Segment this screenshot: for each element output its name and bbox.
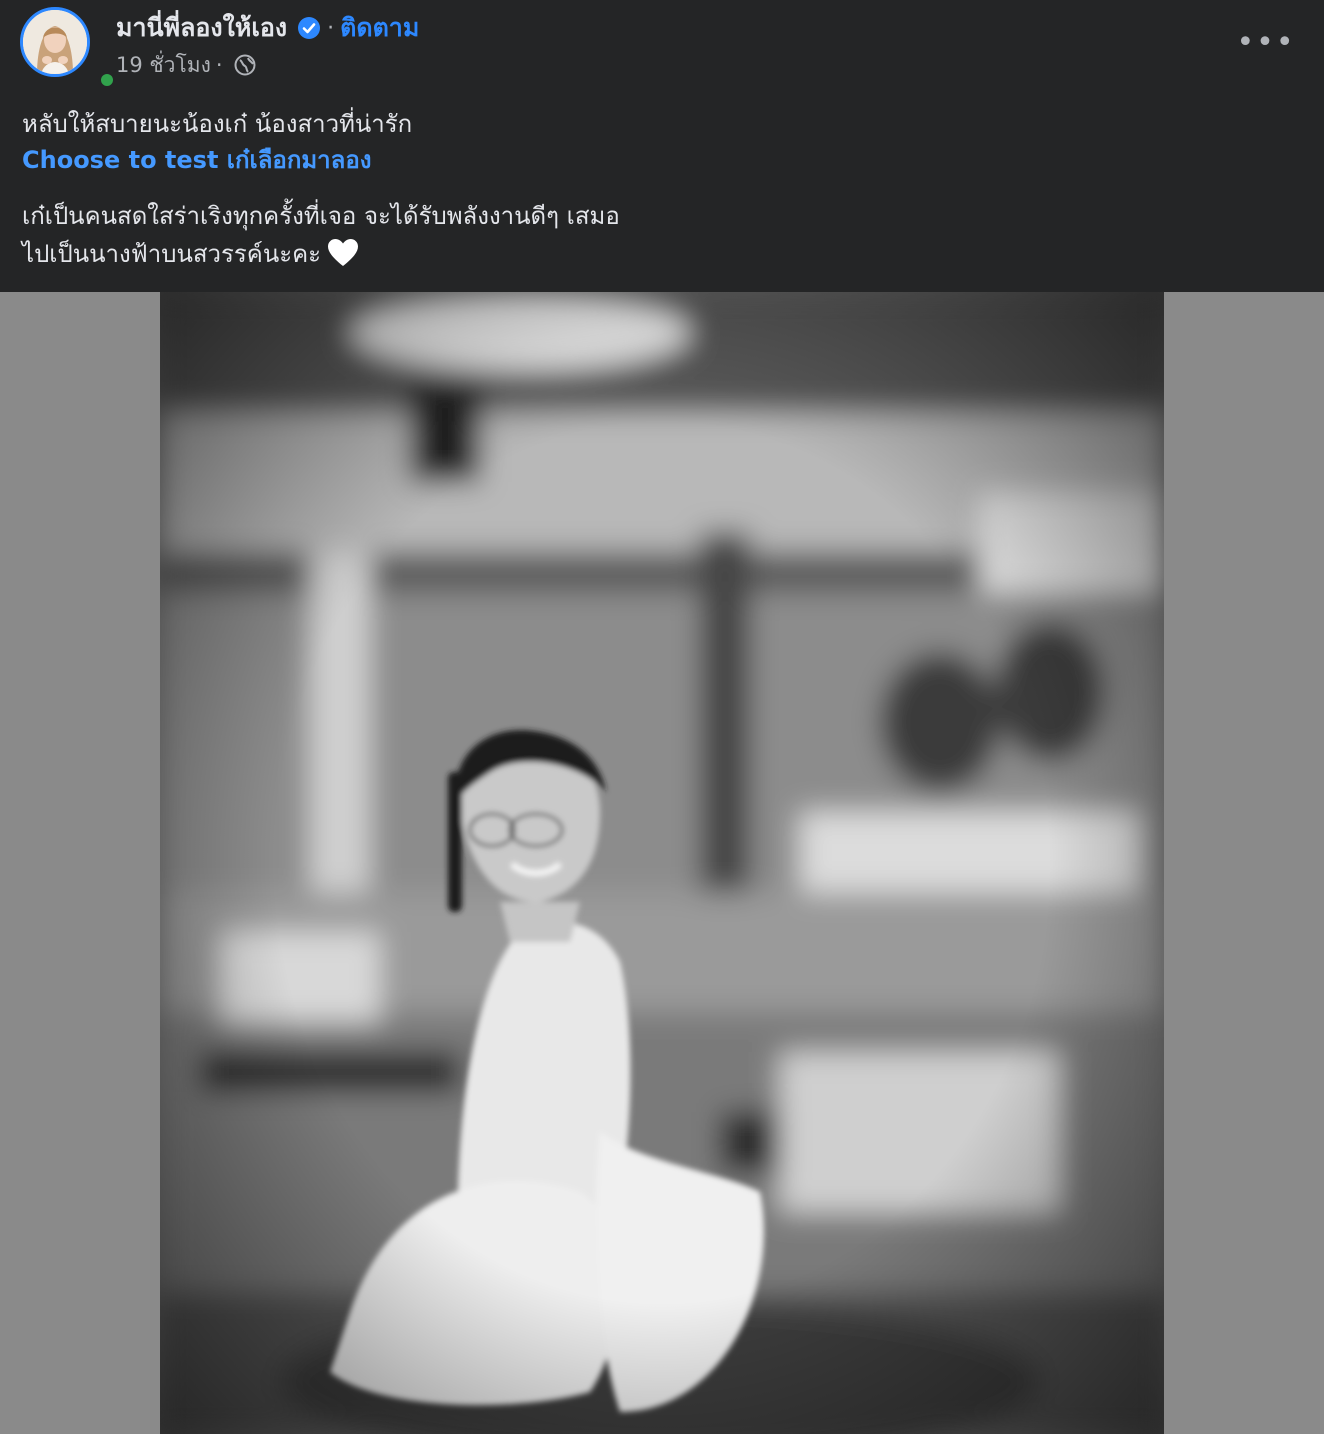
follow-button[interactable]: ติดตาม [340, 8, 419, 48]
post-media[interactable] [0, 292, 1324, 1434]
caption-line-3: ไปเป็นนางฟ้าบนสวรรค์นะคะ [22, 240, 322, 268]
post-meta: 19 ชั่วโมง · [116, 50, 256, 80]
globe-icon[interactable] [234, 54, 256, 76]
meta-separator-dot: · [215, 53, 223, 77]
page-avatar-wrapper[interactable] [20, 7, 116, 89]
page-edge [1324, 0, 1334, 1434]
caption-line-2: เก๋เป็นคนสดใสร่าเริงทุกครั้งที่เจอ จะได้… [22, 202, 620, 230]
white-heart-icon [327, 238, 359, 268]
page-name-link[interactable]: มานี่พี่ลองให้เอง [116, 8, 287, 48]
avatar[interactable] [20, 7, 90, 77]
post-timestamp[interactable]: 19 ชั่วโมง [116, 49, 211, 82]
online-status-dot [98, 71, 116, 89]
caption-line-3-row: ไปเป็นนางฟ้าบนสวรรค์นะคะ [22, 234, 359, 273]
more-options-icon[interactable]: ••• [1236, 22, 1296, 62]
facebook-post: มานี่พี่ลองให้เอง · ติดตาม 19 ชั่วโมง · [0, 0, 1324, 1434]
post-header: มานี่พี่ลองให้เอง · ติดตาม 19 ชั่วโมง · [0, 0, 1324, 292]
name-row: มานี่พี่ลองให้เอง · ติดตาม [116, 10, 419, 46]
caption-link[interactable]: Choose to test เก๋เลือกมาลอง [22, 140, 372, 179]
caption-line-1: หลับให้สบายนะน้องเก๋ น้องสาวที่น่ารัก [22, 110, 413, 138]
verified-badge-icon [297, 16, 321, 40]
post-photo[interactable] [160, 292, 1164, 1434]
separator-dot: · [327, 15, 335, 41]
